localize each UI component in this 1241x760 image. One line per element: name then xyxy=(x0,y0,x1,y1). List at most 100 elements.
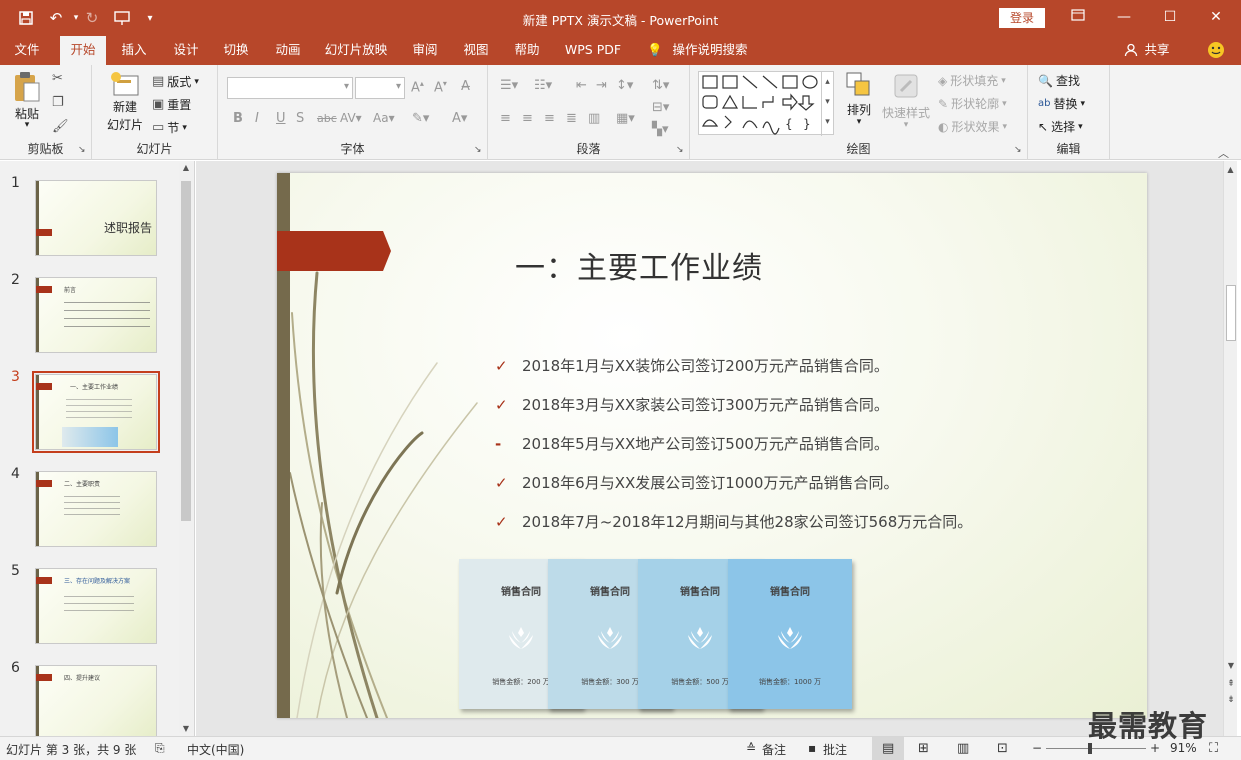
smartart-icon[interactable]: ▚▾ xyxy=(652,122,669,137)
bullet-item[interactable]: ✓ 2018年7月~2018年12月期间与其他28家公司签订568万元合同。 xyxy=(495,511,972,532)
reading-view-icon[interactable]: ▥ xyxy=(957,741,969,756)
strikethrough-icon[interactable]: abc xyxy=(317,112,337,125)
tab-view[interactable]: 视图 xyxy=(456,36,496,65)
decrease-font-size-icon[interactable]: A▾ xyxy=(434,79,447,95)
quick-styles-button[interactable]: 快速样式 ▾ xyxy=(878,71,934,137)
slide-thumbnail-3[interactable]: 一、主要工作业绩 xyxy=(32,371,160,453)
paragraph-launcher-icon[interactable]: ↘ xyxy=(676,145,684,155)
shape-effects-button[interactable]: ◐ 形状效果 ▾ xyxy=(938,118,1007,135)
shadow-icon[interactable]: S xyxy=(296,111,304,126)
paste-dropdown-icon[interactable]: ▾ xyxy=(25,120,30,130)
change-case-icon[interactable]: Aa▾ xyxy=(373,111,395,125)
close-icon[interactable]: ✕ xyxy=(1204,6,1228,28)
font-name-combo[interactable] xyxy=(227,77,353,99)
tell-me-search[interactable]: 操作说明搜索 xyxy=(670,36,750,65)
contract-card[interactable]: 销售合同 销售金额：1000 万 xyxy=(728,559,852,709)
columns-icon[interactable]: ▦▾ xyxy=(616,111,635,126)
tab-file[interactable]: 文件 xyxy=(6,36,48,65)
slide-thumbnail-6[interactable]: 四、提升建议 xyxy=(35,665,157,741)
editor-scrollbar[interactable]: ▲ ▼ ⇞ ⇟ xyxy=(1223,161,1237,736)
align-center-icon[interactable]: ≡ xyxy=(522,111,533,126)
align-left-icon[interactable]: ≡ xyxy=(500,111,511,126)
previous-slide-icon[interactable]: ⇞ xyxy=(1224,679,1238,689)
tab-animations[interactable]: 动画 xyxy=(268,36,308,65)
fit-to-window-icon[interactable]: ⛶ xyxy=(1209,741,1218,756)
tab-design[interactable]: 设计 xyxy=(166,36,206,65)
zoom-out-button[interactable]: − xyxy=(1032,741,1042,755)
tab-transitions[interactable]: 切换 xyxy=(216,36,256,65)
align-right-icon[interactable]: ≡ xyxy=(544,111,555,126)
new-slide-button[interactable]: 新建 幻灯片 xyxy=(100,71,150,143)
line-spacing-icon[interactable]: ↕▾ xyxy=(616,78,633,93)
drawing-launcher-icon[interactable]: ↘ xyxy=(1014,145,1022,155)
justify-icon[interactable]: ≣ xyxy=(566,111,577,126)
font-color-icon[interactable]: A▾ xyxy=(452,111,467,126)
bullet-item[interactable]: ✓ 2018年1月与XX装饰公司签订200万元产品销售合同。 xyxy=(495,355,889,376)
reset-button[interactable]: ▣ 重置 xyxy=(152,96,191,113)
slide-thumbnail-1[interactable]: 述职报告 xyxy=(35,180,157,256)
slide-title[interactable]: 一：主要工作业绩 xyxy=(515,243,763,287)
clear-formatting-icon[interactable]: A̶ xyxy=(461,79,470,94)
shape-fill-button[interactable]: ◈ 形状填充 ▾ xyxy=(938,72,1006,89)
text-direction-icon[interactable]: ⇅▾ xyxy=(652,78,669,93)
numbering-icon[interactable]: ☷▾ xyxy=(534,78,552,93)
bullet-item[interactable]: ✓ 2018年3月与XX家装公司签订300万元产品销售合同。 xyxy=(495,394,889,415)
layout-button[interactable]: ▤ 版式 ▾ xyxy=(152,73,199,90)
login-button[interactable]: 登录 xyxy=(999,8,1045,28)
bold-icon[interactable]: B xyxy=(233,111,243,126)
replace-button[interactable]: ab 替换 ▾ xyxy=(1038,95,1085,112)
format-painter-icon[interactable]: 🖌 xyxy=(52,119,69,134)
slide-thumbnail-2[interactable]: 前言 xyxy=(35,277,157,353)
tab-wps-pdf[interactable]: WPS PDF xyxy=(560,36,626,65)
section-button[interactable]: ▭ 节 ▾ xyxy=(152,119,187,136)
distributed-icon[interactable]: ▥ xyxy=(588,111,600,126)
minimize-icon[interactable]: — xyxy=(1112,6,1136,28)
maximize-icon[interactable]: ☐ xyxy=(1158,6,1182,28)
find-button[interactable]: 🔍 查找 xyxy=(1038,72,1080,89)
ribbon-display-options-icon[interactable] xyxy=(1066,6,1090,28)
underline-icon[interactable]: U xyxy=(276,111,286,126)
zoom-slider-track[interactable] xyxy=(1046,748,1146,749)
feedback-smiley-icon[interactable] xyxy=(1205,36,1227,65)
shapes-gallery-scroll[interactable]: ▴ ▾ ▾ xyxy=(821,72,833,136)
bullets-icon[interactable]: ☰▾ xyxy=(500,78,518,93)
next-slide-icon[interactable]: ⇟ xyxy=(1224,695,1238,705)
highlight-icon[interactable]: ✎▾ xyxy=(412,111,429,126)
shapes-gallery[interactable]: {} ▴ ▾ ▾ xyxy=(698,71,834,136)
increase-indent-icon[interactable]: ⇥ xyxy=(596,78,607,93)
slide-sorter-icon[interactable]: ⊞ xyxy=(918,741,929,756)
tab-insert[interactable]: 插入 xyxy=(114,36,154,65)
slideshow-view-icon[interactable]: ⊡ xyxy=(997,741,1008,756)
slide-thumbnail-5[interactable]: 三、存在问题及解决方案 xyxy=(35,568,157,644)
spell-check-icon[interactable]: ⎘ xyxy=(155,741,165,756)
increase-font-size-icon[interactable]: A▴ xyxy=(411,79,424,95)
character-spacing-icon[interactable]: AV▾ xyxy=(340,111,362,125)
group-drawing: {} ▴ ▾ ▾ 排列 ▾ 快速样式 ▾ ◈ 形状填充 ▾ ✎ 形状轮廓 ▾ ◐ 形状效果 ▾ … xyxy=(690,65,1028,160)
slide-thumbnail-4[interactable]: 二、主要职责 xyxy=(35,471,157,547)
select-button[interactable]: ↖ 选择 ▾ xyxy=(1038,118,1083,135)
align-text-icon[interactable]: ⊟▾ xyxy=(652,100,669,115)
arrange-button[interactable]: 排列 ▾ xyxy=(842,71,876,137)
tab-help[interactable]: 帮助 xyxy=(507,36,547,65)
comments-button[interactable]: 批注 xyxy=(823,741,847,758)
copy-icon[interactable]: ❐ xyxy=(52,95,64,110)
font-size-combo[interactable] xyxy=(355,77,405,99)
bullet-item[interactable]: ✓ 2018年6月与XX发展公司签订1000万元产品销售合同。 xyxy=(495,472,898,493)
thumbnail-scrollbar[interactable]: ▲ ▼ xyxy=(179,163,193,733)
collapse-ribbon-icon[interactable]: ︿ xyxy=(1218,145,1229,161)
tab-review[interactable]: 审阅 xyxy=(405,36,445,65)
paste-button[interactable]: 粘贴 ▾ xyxy=(10,71,44,131)
tab-home[interactable]: 开始 xyxy=(60,36,106,65)
decrease-indent-icon[interactable]: ⇤ xyxy=(576,78,587,93)
shape-outline-button[interactable]: ✎ 形状轮廓 ▾ xyxy=(938,95,1007,112)
language-indicator[interactable]: 中文(中国) xyxy=(187,741,244,758)
notes-button[interactable]: 备注 xyxy=(762,741,786,758)
tab-slideshow[interactable]: 幻灯片放映 xyxy=(320,36,392,65)
slide-canvas[interactable]: 一：主要工作业绩 ✓ 2018年1月与XX装饰公司签订200万元产品销售合同。 ✓… xyxy=(277,173,1147,718)
share-button[interactable]: 共享 xyxy=(1142,36,1172,65)
cut-icon[interactable]: ✂ xyxy=(52,71,63,86)
italic-icon[interactable]: I xyxy=(255,111,259,126)
bullet-item[interactable]: - 2018年5月与XX地产公司签订500万元产品销售合同。 xyxy=(495,433,889,454)
clipboard-launcher-icon[interactable]: ↘ xyxy=(78,145,86,155)
font-launcher-icon[interactable]: ↘ xyxy=(474,145,482,155)
